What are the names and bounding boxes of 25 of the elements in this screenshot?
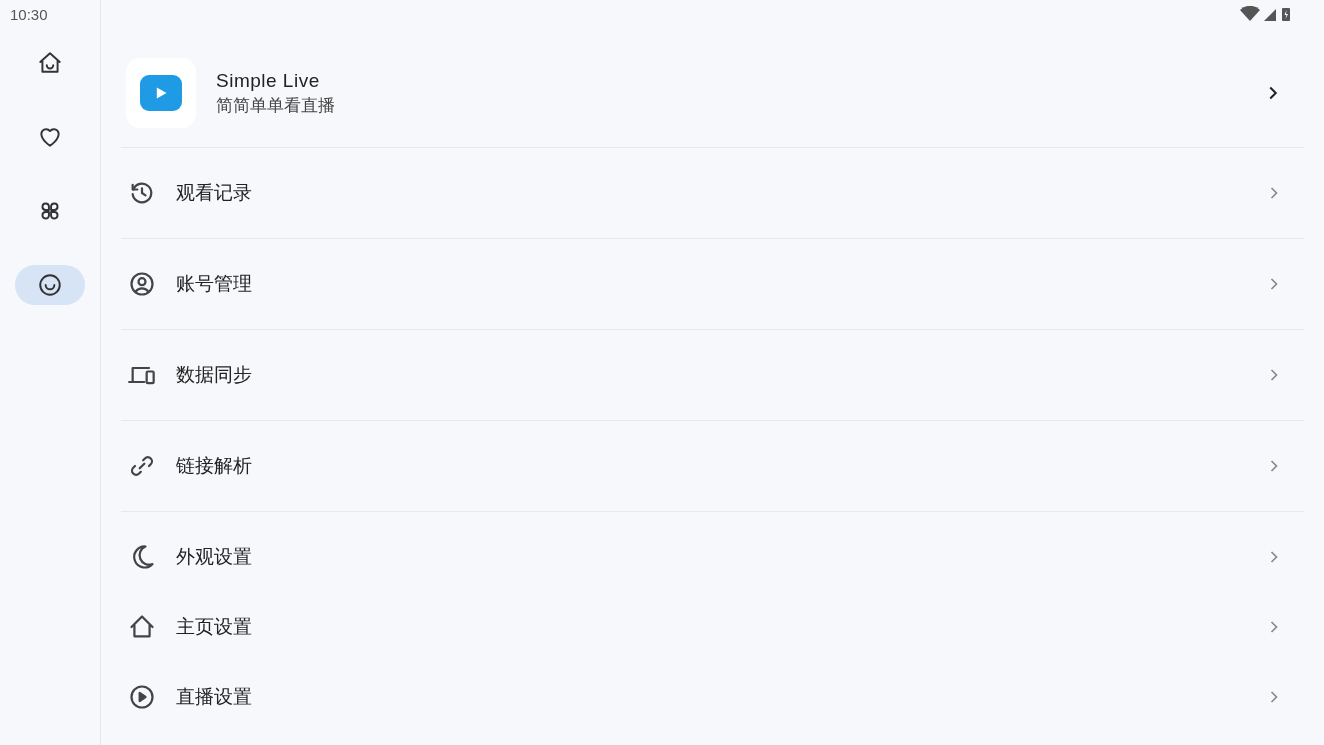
app-title: Simple Live — [216, 69, 321, 92]
account-icon — [128, 270, 156, 298]
menu-label: 账号管理 — [176, 271, 253, 296]
status-time: 10:30 — [10, 6, 48, 23]
menu-item[interactable]: 外观设置 — [121, 522, 1304, 592]
app-header[interactable]: Simple Live 简简单单看直播 — [121, 0, 1304, 148]
menu-label: 直播设置 — [176, 684, 253, 709]
menu-label: 主页设置 — [176, 614, 253, 639]
nav-item[interactable] — [15, 265, 85, 305]
menu-item[interactable]: 数据同步 — [121, 340, 1304, 410]
menu-item[interactable]: 账号管理 — [121, 249, 1304, 319]
menu-label: 链接解析 — [176, 453, 253, 478]
menu-item[interactable]: 主页设置 — [121, 592, 1304, 662]
menu-item[interactable]: 链接解析 — [121, 431, 1304, 501]
app-subtitle: 简简单单看直播 — [216, 93, 336, 117]
menu-label: 数据同步 — [176, 362, 253, 387]
app-logo-icon — [126, 58, 196, 128]
smiley-icon — [37, 272, 63, 298]
menu-item[interactable]: 观看记录 — [121, 158, 1304, 228]
menu-item[interactable]: 直播设置 — [121, 662, 1304, 732]
menu-label: 观看记录 — [176, 180, 253, 205]
status-icons — [1240, 6, 1292, 22]
home-icon — [37, 50, 63, 76]
play-icon — [128, 683, 156, 711]
menu-label: 外观设置 — [176, 544, 253, 569]
